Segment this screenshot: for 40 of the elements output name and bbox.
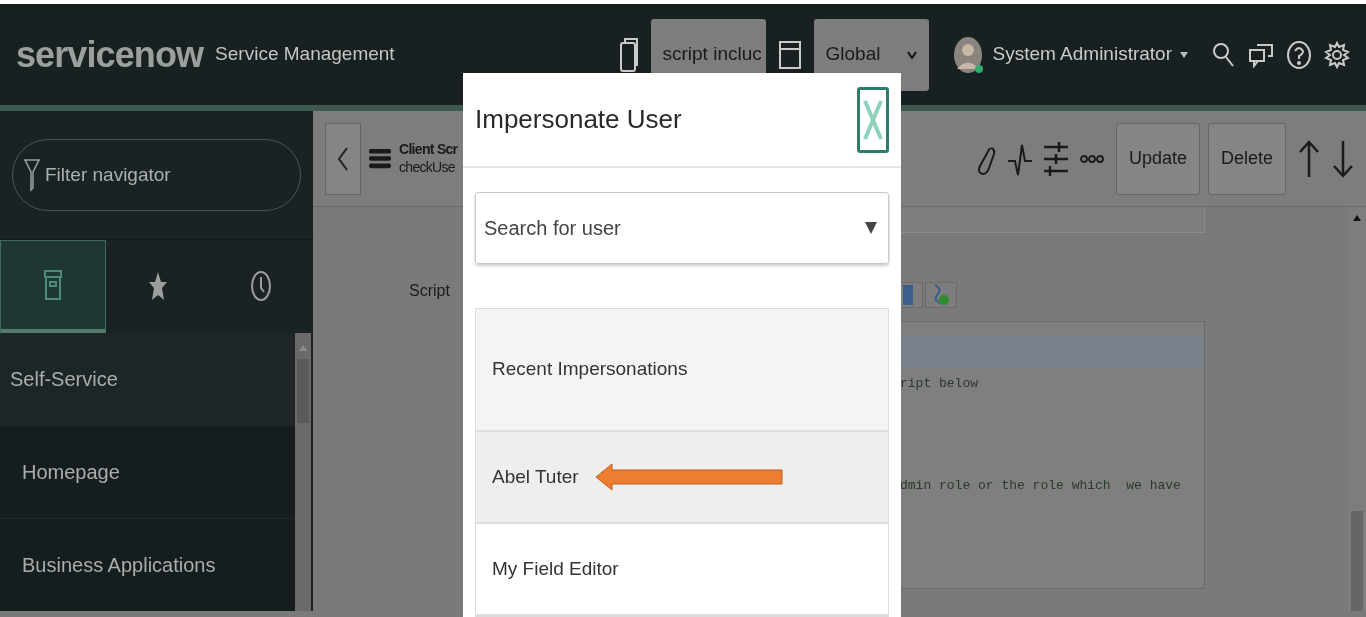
filter-icon bbox=[24, 157, 40, 192]
more-icon[interactable] bbox=[1079, 153, 1104, 164]
archive-icon bbox=[42, 268, 63, 301]
help-icon[interactable] bbox=[1286, 39, 1312, 70]
down-arrow-icon[interactable] bbox=[1332, 138, 1354, 179]
dropdown-icon bbox=[865, 222, 877, 234]
code-line: ript below bbox=[899, 375, 979, 393]
code-line: dmin role or the role which we have bbox=[899, 476, 1182, 495]
record-name: checkUse bbox=[399, 158, 455, 176]
settings-icon[interactable] bbox=[1324, 39, 1350, 70]
form-button[interactable]: Delete bbox=[1207, 122, 1286, 195]
caret-icon bbox=[1180, 51, 1188, 58]
nav-tab[interactable] bbox=[0, 239, 106, 333]
user-row[interactable]: Abel Tuter bbox=[476, 432, 888, 524]
document-icon[interactable] bbox=[618, 36, 639, 73]
user-name[interactable]: System Administrator bbox=[992, 40, 1172, 69]
list-heading: Recent Impersonations bbox=[492, 357, 688, 382]
window-icon[interactable] bbox=[777, 39, 802, 70]
scroll-up-icon[interactable] bbox=[1353, 215, 1361, 221]
product-name: Service Management bbox=[215, 42, 395, 67]
close-icon bbox=[863, 98, 883, 141]
nav-item[interactable]: Homepage bbox=[22, 457, 120, 487]
dialog-title: Impersonate User bbox=[475, 103, 682, 136]
save-icon bbox=[903, 285, 913, 305]
avatar-icon bbox=[952, 35, 985, 74]
chat-icon[interactable] bbox=[1248, 41, 1274, 68]
scrollbar[interactable] bbox=[295, 333, 311, 611]
back-icon bbox=[337, 145, 349, 172]
filter-field[interactable]: Filter navigator bbox=[12, 138, 301, 211]
search-icon[interactable] bbox=[1212, 41, 1236, 68]
close-button[interactable] bbox=[857, 86, 889, 153]
form-button[interactable]: Update bbox=[1115, 122, 1200, 195]
up-arrow-icon[interactable] bbox=[1298, 138, 1320, 179]
search-field[interactable]: Search for user bbox=[475, 192, 889, 264]
form-title: Client Scr bbox=[399, 141, 458, 159]
nav-section[interactable]: Self-Service bbox=[10, 364, 118, 394]
field-label: Script bbox=[409, 281, 450, 301]
chevron-icon bbox=[906, 50, 917, 59]
clock-icon bbox=[251, 270, 272, 303]
logo: servicenow bbox=[16, 32, 204, 77]
